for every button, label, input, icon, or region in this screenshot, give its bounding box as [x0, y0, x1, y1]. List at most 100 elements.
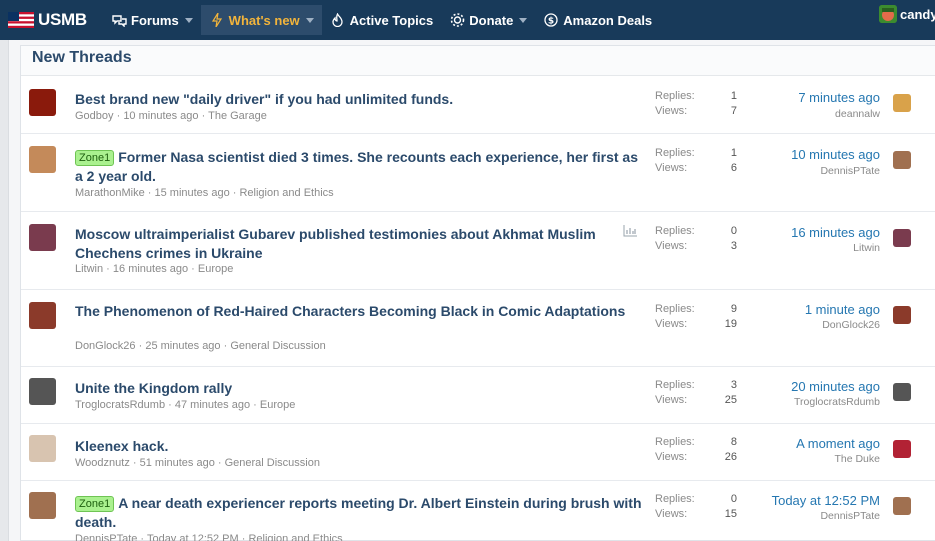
replies-label: Replies:	[655, 436, 695, 448]
thread-row[interactable]: Moscow ultraimperialist Gubarev publishe…	[21, 212, 935, 290]
last-post-time[interactable]: 10 minutes ago	[791, 147, 880, 162]
last-post-time[interactable]: Today at 12:52 PM	[772, 493, 880, 508]
thread-row[interactable]: Zone1 A near death experiencer reports me…	[21, 481, 935, 541]
thread-row[interactable]: Zone1 Former Nasa scientist died 3 times.…	[21, 134, 935, 212]
thread-prefix-badge[interactable]: Zone1	[75, 150, 115, 166]
thread-title-text[interactable]: Unite the Kingdom rally	[75, 380, 232, 396]
last-post-time[interactable]: 20 minutes ago	[791, 379, 880, 394]
views-label: Views:	[655, 105, 688, 117]
svg-text:$: $	[548, 17, 554, 27]
thread-row[interactable]: Kleenex hack. Woodznutz · 51 minutes ago …	[21, 424, 935, 481]
thread-meta: TroglocratsRdumb · 47 minutes ago · Euro…	[75, 399, 296, 411]
thread-title[interactable]: Unite the Kingdom rally	[75, 379, 645, 398]
thread-title[interactable]: Zone1 Former Nasa scientist died 3 times.…	[75, 148, 645, 186]
last-post-avatar[interactable]	[893, 229, 911, 247]
thread-row[interactable]: Best brand new "daily driver" if you had…	[21, 77, 935, 134]
thread-meta: Litwin · 16 minutes ago · Europe	[75, 263, 234, 275]
replies-label: Replies:	[655, 303, 695, 315]
last-post-user[interactable]: Litwin	[853, 242, 880, 254]
nav-amazon-deals[interactable]: $ Amazon Deals	[535, 5, 660, 35]
thread-age[interactable]: 25 minutes ago	[145, 340, 220, 352]
logo-text: USMB	[38, 10, 87, 29]
thread-author[interactable]: Litwin	[75, 263, 103, 275]
views-count: 25	[724, 394, 737, 406]
replies-label: Replies:	[655, 147, 695, 159]
avatar[interactable]	[29, 146, 56, 173]
avatar[interactable]	[29, 492, 56, 519]
chevron-down-icon[interactable]	[184, 17, 193, 23]
thread-title[interactable]: Best brand new "daily driver" if you had…	[75, 90, 645, 109]
thread-author[interactable]: DonGlock26	[75, 340, 136, 352]
user-menu[interactable]: candy	[879, 5, 935, 23]
last-post-user[interactable]: DonGlock26	[822, 319, 880, 331]
thread-meta: Godboy · 10 minutes ago · The Garage	[75, 110, 267, 122]
thread-age[interactable]: 47 minutes ago	[175, 399, 250, 411]
views-label: Views:	[655, 240, 688, 252]
chevron-down-icon[interactable]	[305, 17, 314, 23]
thread-title-text[interactable]: The Phenomenon of Red-Haired Characters …	[75, 303, 625, 319]
last-post-avatar[interactable]	[893, 94, 911, 112]
last-post-time[interactable]: A moment ago	[796, 436, 880, 451]
replies-count: 8	[730, 436, 737, 448]
last-post-time[interactable]: 7 minutes ago	[798, 90, 880, 105]
thread-author[interactable]: DennisPTate	[75, 533, 137, 541]
thread-age[interactable]: 15 minutes ago	[154, 187, 229, 199]
avatar	[879, 5, 897, 23]
nav-active-topics[interactable]: Active Topics	[322, 5, 442, 35]
last-post-avatar[interactable]	[893, 151, 911, 169]
thread-author[interactable]: Godboy	[75, 110, 114, 122]
last-post-user[interactable]: DennisPTate	[820, 510, 880, 522]
thread-prefix-badge[interactable]: Zone1	[75, 496, 115, 512]
thread-title-text[interactable]: Kleenex hack.	[75, 438, 168, 454]
avatar[interactable]	[29, 302, 56, 329]
thread-age[interactable]: Today at 12:52 PM	[147, 533, 239, 541]
thread-forum[interactable]: Religion and Ethics	[248, 533, 342, 541]
thread-title[interactable]: The Phenomenon of Red-Haired Characters …	[75, 302, 645, 321]
thread-author[interactable]: TroglocratsRdumb	[75, 399, 165, 411]
avatar[interactable]	[29, 435, 56, 462]
nav-donate[interactable]: Donate	[441, 5, 535, 35]
last-post-avatar[interactable]	[893, 306, 911, 324]
last-post-user[interactable]: DennisPTate	[820, 165, 880, 177]
thread-title[interactable]: Moscow ultraimperialist Gubarev publishe…	[75, 225, 645, 263]
thread-forum[interactable]: Religion and Ethics	[239, 187, 333, 199]
thread-age[interactable]: 16 minutes ago	[113, 263, 188, 275]
replies-count: 0	[730, 225, 737, 237]
nav-whats-new[interactable]: What's new	[200, 5, 322, 35]
thread-forum[interactable]: Europe	[260, 399, 295, 411]
last-post-avatar[interactable]	[893, 497, 911, 515]
thread-forum[interactable]: General Discussion	[230, 340, 325, 352]
last-post-user[interactable]: The Duke	[834, 453, 880, 465]
thread-title-text[interactable]: Moscow ultraimperialist Gubarev publishe…	[75, 226, 596, 261]
thread-title[interactable]: Kleenex hack.	[75, 437, 645, 456]
thread-title[interactable]: Zone1 A near death experiencer reports me…	[75, 494, 645, 532]
last-post-time[interactable]: 16 minutes ago	[791, 225, 880, 240]
views-label: Views:	[655, 508, 688, 520]
section-title: New Threads	[21, 46, 935, 76]
last-post-user[interactable]: TroglocratsRdumb	[794, 396, 880, 408]
thread-forum[interactable]: General Discussion	[225, 457, 320, 469]
last-post-avatar[interactable]	[893, 383, 911, 401]
thread-row[interactable]: The Phenomenon of Red-Haired Characters …	[21, 290, 935, 367]
views-count: 7	[730, 105, 737, 117]
last-post-user[interactable]: deannalw	[835, 108, 880, 120]
last-post-avatar[interactable]	[893, 440, 911, 458]
thread-author[interactable]: MarathonMike	[75, 187, 145, 199]
site-logo[interactable]: USMB	[0, 0, 103, 40]
thread-forum[interactable]: Europe	[198, 263, 233, 275]
thread-title-text[interactable]: Best brand new "daily driver" if you had…	[75, 91, 453, 107]
last-post-time[interactable]: 1 minute ago	[805, 302, 880, 317]
thread-title-text[interactable]: Former Nasa scientist died 3 times. She …	[75, 149, 638, 184]
chevron-down-icon[interactable]	[519, 17, 528, 23]
nav-forums[interactable]: Forums	[103, 5, 201, 35]
thread-forum[interactable]: The Garage	[208, 110, 267, 122]
thread-row[interactable]: Unite the Kingdom rally TroglocratsRdumb …	[21, 367, 935, 424]
avatar[interactable]	[29, 89, 56, 116]
thread-author[interactable]: Woodznutz	[75, 457, 130, 469]
thread-age[interactable]: 10 minutes ago	[123, 110, 198, 122]
thread-title-text[interactable]: A near death experiencer reports meeting…	[75, 495, 642, 530]
avatar[interactable]	[29, 224, 56, 251]
thread-age[interactable]: 51 minutes ago	[140, 457, 215, 469]
avatar[interactable]	[29, 378, 56, 405]
poll-chart-icon	[623, 225, 637, 237]
